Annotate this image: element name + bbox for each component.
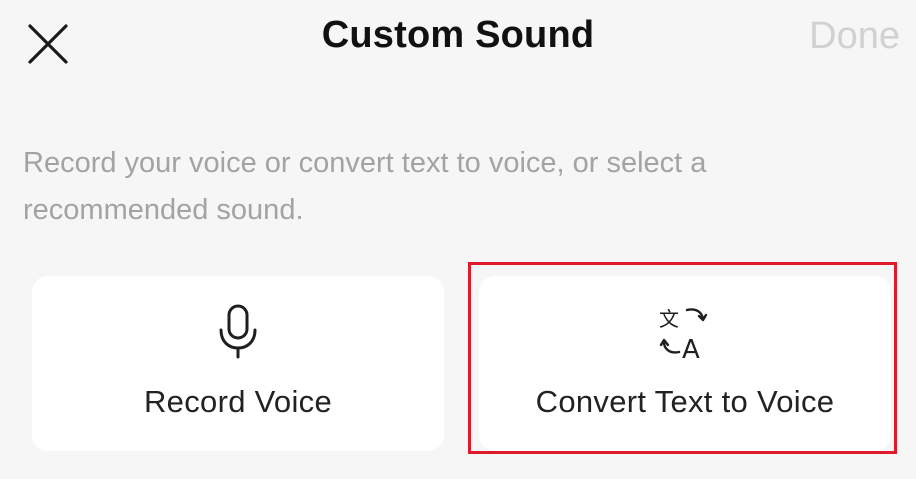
description-text: Record your voice or convert text to voi… <box>23 147 707 226</box>
record-voice-option[interactable]: Record Voice <box>32 276 444 451</box>
translate-icon: 文 A <box>657 304 713 360</box>
microphone-icon <box>210 304 266 360</box>
svg-text:A: A <box>682 335 700 360</box>
header-bar: Custom Sound Done <box>0 0 916 86</box>
page-title: Custom Sound <box>321 14 595 56</box>
done-button[interactable]: Done <box>809 15 900 58</box>
record-voice-label: Record Voice <box>144 384 332 419</box>
convert-text-to-voice-option[interactable]: 文 A Convert Text to Voice <box>479 276 891 451</box>
svg-text:文: 文 <box>659 307 679 331</box>
convert-text-to-voice-label: Convert Text to Voice <box>535 384 835 419</box>
